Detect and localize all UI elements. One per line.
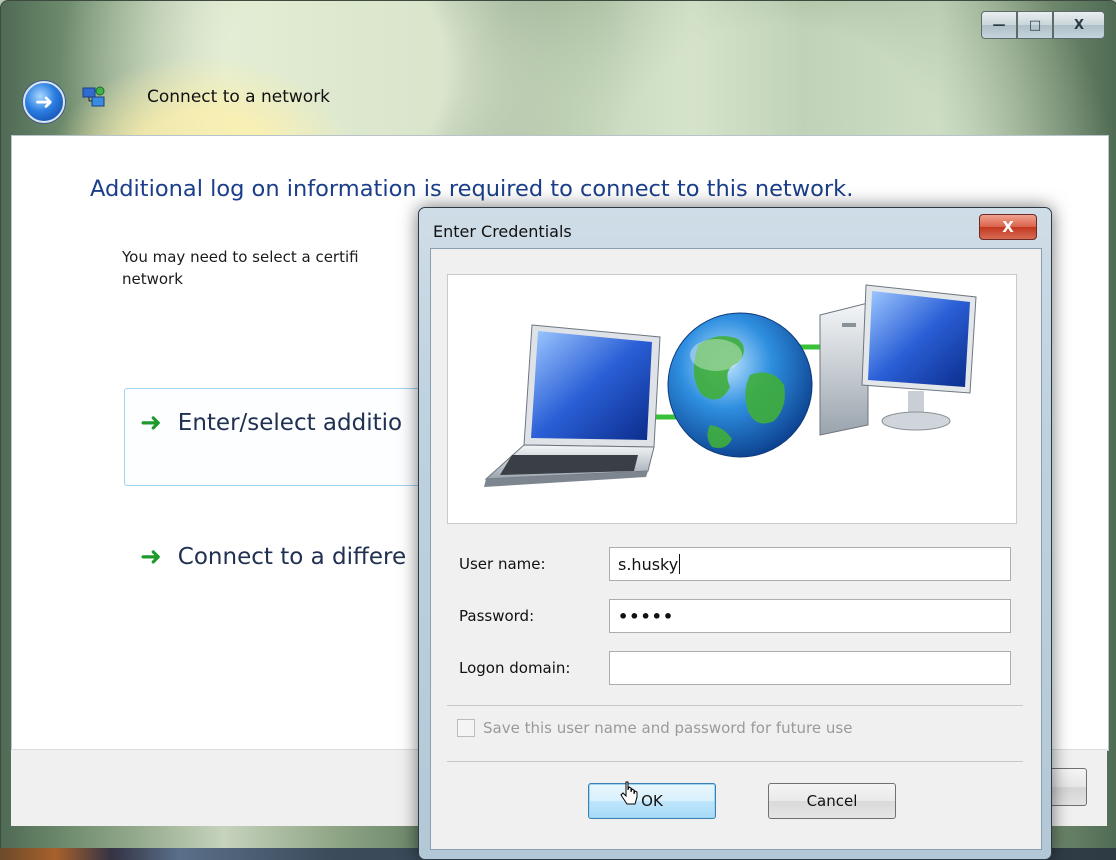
desktop-computer-icon <box>819 284 977 436</box>
globe-icon <box>667 312 813 458</box>
option-label: Connect to a differe <box>177 544 407 570</box>
domain-row: Logon domain: <box>447 651 1011 685</box>
save-credentials-label: Save this user name and password for fut… <box>483 719 853 737</box>
username-row: User name: s.husky <box>447 547 1011 581</box>
network-icon <box>82 86 105 107</box>
username-input[interactable]: s.husky <box>609 547 1011 581</box>
window-title: Connect to a network <box>147 87 331 107</box>
password-row: Password: ••••• <box>447 599 1011 633</box>
username-label: User name: <box>459 555 546 573</box>
arrow-right-icon: ➜ <box>140 542 162 572</box>
password-input[interactable]: ••••• <box>609 599 1011 633</box>
option-enter-select[interactable]: ➜ Enter/select additio <box>140 408 402 438</box>
password-value: ••••• <box>618 606 675 626</box>
dialog-title: Enter Credentials <box>433 222 572 241</box>
dialog-body: User name: s.husky Password: ••••• Logon… <box>430 248 1042 850</box>
save-credentials-row: Save this user name and password for fut… <box>457 719 852 737</box>
network-banner <box>447 274 1017 524</box>
ok-button[interactable]: OK <box>588 783 716 819</box>
maximize-button[interactable]: □ <box>1017 11 1053 39</box>
option-connect-different[interactable]: ➜ Connect to a differe <box>140 542 406 572</box>
domain-input[interactable] <box>609 651 1011 685</box>
password-label: Password: <box>459 607 535 625</box>
back-arrow-icon: ➜ <box>34 89 54 115</box>
text-caret <box>679 554 681 574</box>
laptop-icon <box>484 324 661 487</box>
domain-label: Logon domain: <box>459 659 571 677</box>
arrow-right-icon: ➜ <box>140 408 162 438</box>
dialog-close-button[interactable]: X <box>979 214 1037 240</box>
close-button[interactable]: X <box>1053 11 1105 39</box>
page-heading: Additional log on information is require… <box>90 176 854 202</box>
window-controls: — □ X <box>981 11 1105 41</box>
divider <box>447 761 1023 762</box>
mouse-cursor-icon <box>620 781 638 805</box>
cancel-button[interactable]: Cancel <box>768 783 896 819</box>
back-button[interactable]: ➜ <box>23 81 65 123</box>
divider <box>447 705 1023 706</box>
minimize-button[interactable]: — <box>981 11 1017 39</box>
network-illustration <box>484 284 977 487</box>
username-value: s.husky <box>618 554 679 574</box>
option-label: Enter/select additio <box>177 410 403 436</box>
credentials-dialog: Enter Credentials X User name: s.husky P… <box>418 207 1052 860</box>
save-credentials-checkbox[interactable] <box>457 719 475 737</box>
